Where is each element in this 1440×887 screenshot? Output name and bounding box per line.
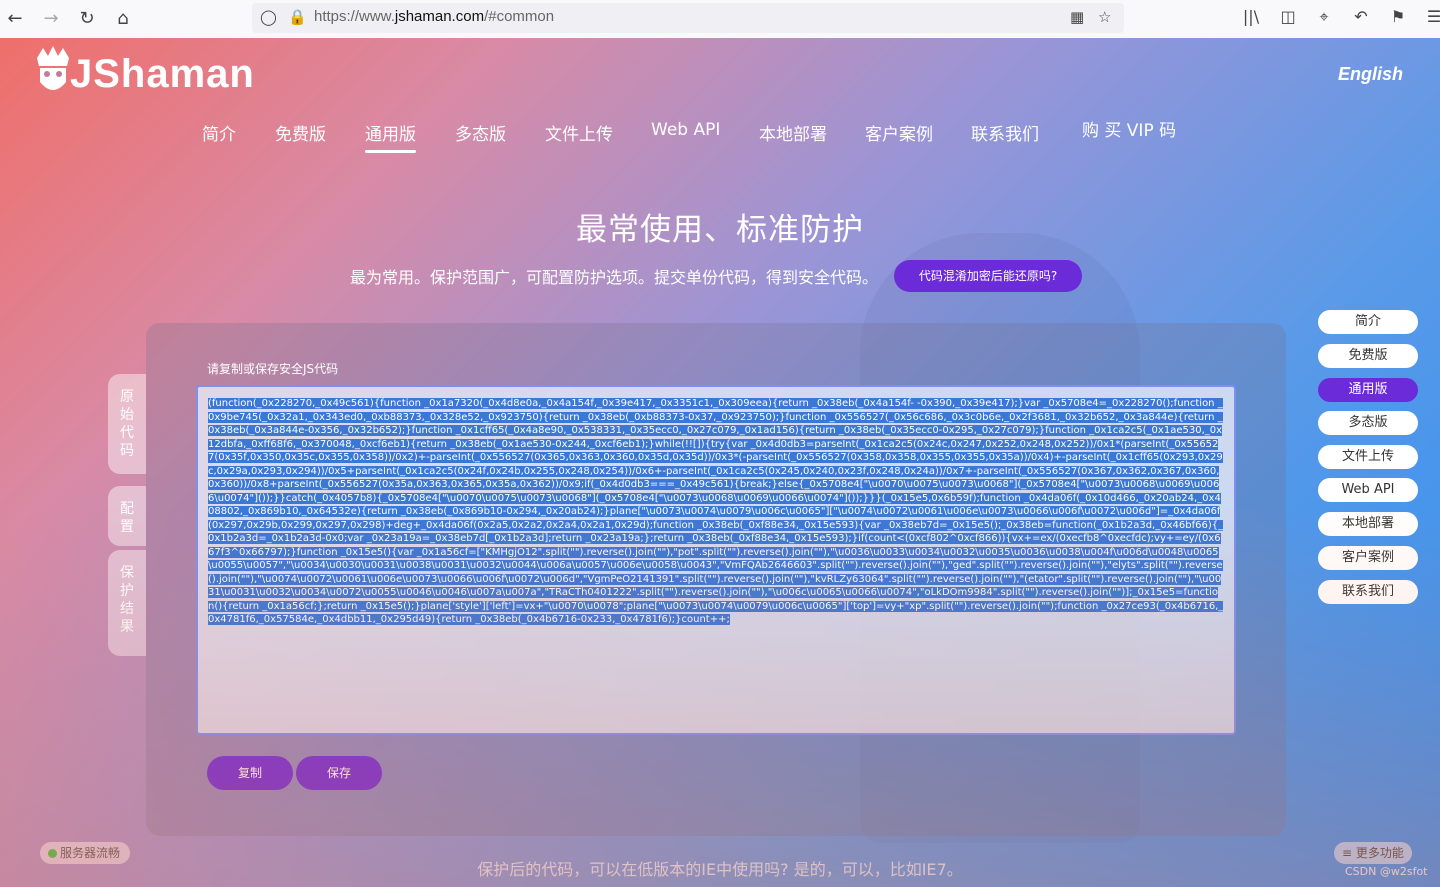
right-nav-contact[interactable]: 联系我们	[1318, 580, 1418, 604]
right-nav-intro[interactable]: 简介	[1318, 310, 1418, 334]
url-text[interactable]: https://www.jshaman.com/#common	[314, 8, 554, 25]
protected-code-textarea[interactable]: (function(_0x228270,_0x49c561){function …	[196, 385, 1236, 735]
home-icon[interactable]: ⌂	[110, 6, 136, 32]
tab-original-code[interactable]: 原始代码	[108, 374, 146, 474]
screenshot-crop-icon[interactable]: ⌖	[1313, 7, 1335, 27]
page-background: JShaman English 简介 免费版 通用版 多态版 文件上传 Web …	[0, 38, 1440, 887]
forward-arrow-icon[interactable]: →	[38, 6, 64, 32]
csdn-watermark: CSDN @w2sfot	[1345, 865, 1428, 878]
logo-text: JShaman	[70, 52, 255, 96]
nav-file-upload[interactable]: 文件上传	[545, 120, 613, 145]
tab-config[interactable]: 配置	[108, 486, 146, 546]
right-nav-polymorphic[interactable]: 多态版	[1318, 411, 1418, 435]
bookmark-star-icon[interactable]: ☆	[1098, 8, 1111, 26]
hero-subtitle: 最为常用。保护范围广，可配置防护选项。提交单份代码，得到安全代码。	[350, 268, 879, 287]
menu-icon[interactable]: ☰	[1423, 7, 1440, 26]
nav-free[interactable]: 免费版	[275, 120, 326, 145]
nav-polymorphic[interactable]: 多态版	[455, 120, 506, 145]
save-button[interactable]: 保存	[296, 756, 382, 790]
nav-customer-cases[interactable]: 客户案例	[865, 120, 933, 145]
nav-buy-vip[interactable]: 购 买 VIP 码	[1082, 116, 1176, 141]
nav-local-deploy[interactable]: 本地部署	[759, 120, 827, 145]
back-arrow-icon[interactable]: ←	[2, 6, 28, 32]
shield-icon[interactable]: ◯	[260, 8, 277, 26]
right-nav-free[interactable]: 免费版	[1318, 344, 1418, 368]
nav-intro[interactable]: 简介	[202, 120, 236, 145]
library-icon[interactable]: ||\	[1240, 7, 1262, 26]
right-nav-customer-cases[interactable]: 客户案例	[1318, 546, 1418, 570]
copy-button[interactable]: 复制	[207, 756, 293, 790]
tab-result[interactable]: 保护结果	[108, 550, 146, 656]
nav-common[interactable]: 通用版	[365, 120, 416, 153]
code-output-text: (function(_0x228270,_0x49c561){function …	[208, 398, 1224, 625]
faq-question: 保护后的代码，可以在低版本的IE中使用吗? 是的，可以，比如IE7。	[477, 860, 963, 879]
panel-label: 请复制或保存安全JS代码	[207, 362, 339, 376]
tab-result-label: 保护结果	[120, 565, 134, 635]
right-nav-common[interactable]: 通用版	[1318, 378, 1418, 402]
hero-title: 最常使用、标准防护	[576, 212, 864, 248]
right-nav-local-deploy[interactable]: 本地部署	[1318, 512, 1418, 536]
crown-mask-icon	[37, 46, 69, 90]
lock-icon[interactable]: 🔒	[288, 8, 307, 26]
tab-original-code-label: 原始代码	[120, 389, 134, 459]
address-bar[interactable]: ◯ 🔒 https://www.jshaman.com/#common ▦ ☆	[252, 3, 1124, 33]
nav-contact[interactable]: 联系我们	[971, 120, 1039, 145]
undo-icon[interactable]: ↶	[1350, 7, 1372, 26]
language-switch[interactable]: English	[1338, 64, 1403, 85]
can-restore-question-button[interactable]: 代码混淆加密后能还原吗?	[894, 260, 1082, 292]
sidebar-icon[interactable]: ◫	[1277, 7, 1299, 26]
extensions-icon[interactable]: ⚑	[1387, 7, 1409, 26]
right-nav-web-api[interactable]: Web API	[1318, 478, 1418, 502]
qr-code-icon[interactable]: ▦	[1070, 8, 1084, 26]
main-nav: 简介 免费版 通用版 多态版 文件上传 Web API 本地部署 客户案例 联系…	[0, 120, 1440, 160]
right-nav-file-upload[interactable]: 文件上传	[1318, 445, 1418, 469]
nav-web-api[interactable]: Web API	[651, 120, 720, 140]
reload-icon[interactable]: ↻	[74, 6, 100, 32]
browser-toolbar: ← → ↻ ⌂ ◯ 🔒 https://www.jshaman.com/#com…	[0, 0, 1440, 39]
tab-config-label: 配置	[120, 501, 134, 535]
